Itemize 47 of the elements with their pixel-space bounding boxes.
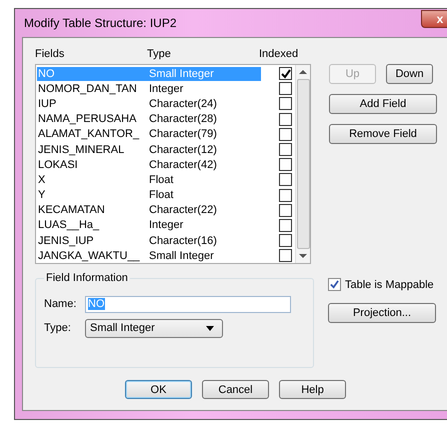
indexed-checkbox[interactable] xyxy=(279,218,292,232)
column-header: Type xyxy=(147,48,172,60)
indexed-checkbox[interactable] xyxy=(279,204,292,217)
column-header: Indexed xyxy=(259,48,298,60)
field-row[interactable]: IUP Character(24) xyxy=(37,96,261,111)
field-row[interactable]: JENIS_IUP Character(16) xyxy=(37,234,261,248)
column-header: Fields xyxy=(35,48,66,60)
dialog-button[interactable]: Help xyxy=(279,380,346,399)
mappable-checkbox[interactable] xyxy=(328,278,341,291)
field-row[interactable]: X Float xyxy=(37,172,261,187)
indexed-checkbox[interactable] xyxy=(279,97,292,110)
field-row[interactable]: LOKASI Character(42) xyxy=(37,158,261,172)
scroll-down-icon[interactable] xyxy=(299,253,307,259)
name-label: Name: xyxy=(44,298,77,310)
projection-button[interactable]: Projection... xyxy=(328,303,436,323)
field-row[interactable]: KECAMATAN Character(22) xyxy=(37,203,261,218)
field-row[interactable]: LUAS__Ha_ Integer xyxy=(37,218,261,232)
field-row[interactable]: JENIS_MINERAL Character(12) xyxy=(37,142,261,157)
dropdown-arrow-icon xyxy=(206,326,214,330)
indexed-checkbox[interactable] xyxy=(279,234,292,248)
indexed-checkbox[interactable] xyxy=(279,173,292,186)
indexed-checkbox[interactable] xyxy=(279,112,292,126)
scrollbar[interactable] xyxy=(295,65,310,263)
type-value: Small Integer xyxy=(90,322,155,334)
dialog-button[interactable]: OK xyxy=(125,380,192,399)
group-title: Field Information xyxy=(45,272,129,284)
field-row[interactable]: Y Float xyxy=(37,188,261,202)
indexed-checkbox[interactable] xyxy=(279,128,292,141)
dialog-button[interactable]: Cancel xyxy=(202,380,269,399)
indexed-checkbox[interactable] xyxy=(279,188,292,202)
field-button[interactable]: Remove Field xyxy=(329,124,437,144)
indexed-checkbox[interactable] xyxy=(279,158,292,172)
field-row[interactable]: ALAMAT_KANTOR_ Character(79) xyxy=(37,127,261,142)
field-row[interactable]: JANGKA_WAKTU__ Small Integer xyxy=(37,248,261,263)
indexed-checkbox[interactable] xyxy=(279,143,292,156)
field-row[interactable]: NOMOR_DAN_TAN Integer xyxy=(37,82,261,96)
indexed-checkbox[interactable] xyxy=(279,67,292,80)
window-title: Modify Table Structure: IUP2 xyxy=(23,16,177,30)
type-dropdown[interactable]: Small Integer xyxy=(85,318,223,338)
type-label: Type: xyxy=(44,322,72,334)
move-button[interactable]: Down xyxy=(386,64,433,84)
indexed-checkbox[interactable] xyxy=(279,249,292,262)
field-button[interactable]: Add Field xyxy=(329,94,437,114)
scroll-up-icon[interactable] xyxy=(299,69,307,75)
mappable-label: Table is Mappable xyxy=(345,278,434,290)
indexed-checkbox[interactable] xyxy=(279,82,292,96)
field-row[interactable]: NAMA_PERUSAHA Character(28) xyxy=(37,112,261,126)
